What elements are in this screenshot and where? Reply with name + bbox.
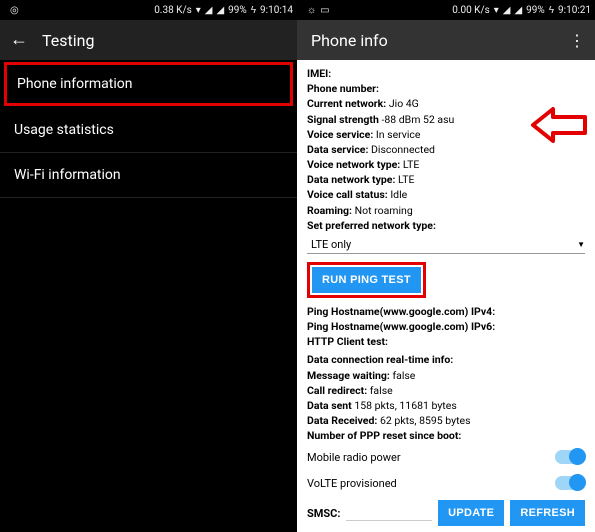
signal-strength-value: -88 dBm 52 asu xyxy=(381,113,454,126)
wifi-icon: ▾ xyxy=(196,5,201,16)
battery-percent: 99% xyxy=(228,5,247,16)
mobile-radio-label: Mobile radio power xyxy=(307,451,401,464)
wifi-icon: ▾ xyxy=(494,5,499,16)
image-icon: ▭ xyxy=(320,5,329,16)
volte-label: VoLTE provisioned xyxy=(307,477,397,490)
clock: 9:10:14 xyxy=(260,5,293,16)
phone-info-screen: ☼ ▭ 0.00 K/s ▾ ◢ ◢ 99% ϟ 9:10:21 Phone i… xyxy=(297,0,595,532)
phone-number-label: Phone number: xyxy=(307,82,379,95)
voice-network-type-label: Voice network type: xyxy=(307,158,400,171)
overflow-menu-icon[interactable]: ⋮ xyxy=(569,31,585,50)
data-sent-value: 158 pkts, 11681 bytes xyxy=(354,399,456,412)
action-bar: ← Testing xyxy=(0,20,297,60)
network-speed: 0.00 K/s xyxy=(452,5,490,16)
page-title: Phone info xyxy=(311,31,388,50)
signal-strength-label: Signal strength xyxy=(307,113,379,126)
update-button[interactable]: UPDATE xyxy=(438,500,504,526)
data-network-type-label: Data network type: xyxy=(307,173,395,186)
annotation-highlight: RUN PING TEST xyxy=(307,262,426,298)
data-service-value: Disconnected xyxy=(371,143,435,156)
preferred-network-label: Set preferred network type: xyxy=(307,219,436,232)
menu-item-wifi-information[interactable]: Wi-Fi information xyxy=(0,153,297,198)
location-icon: ◎ xyxy=(10,5,19,16)
battery-percent: 99% xyxy=(526,5,545,16)
status-bar: ☼ ▭ 0.00 K/s ▾ ◢ ◢ 99% ϟ 9:10:21 xyxy=(297,0,595,20)
smsc-label: SMSC: xyxy=(307,507,340,520)
clock: 9:10:21 xyxy=(558,5,591,16)
refresh-button[interactable]: REFRESH xyxy=(510,500,585,526)
phone-info-content: IMEI: Phone number: Current network: Jio… xyxy=(297,60,595,532)
status-bar: ◎ 0.38 K/s ▾ ◢ ◢ 99% ϟ 9:10:14 xyxy=(0,0,297,20)
network-speed: 0.38 K/s xyxy=(154,5,192,16)
roaming-value: Not roaming xyxy=(355,204,413,217)
voice-service-value: In service xyxy=(376,128,421,141)
roaming-label: Roaming: xyxy=(307,204,352,217)
ping-ipv4-label: Ping Hostname(www.google.com) IPv4: xyxy=(307,305,495,318)
signal-icon-2: ◢ xyxy=(216,5,224,16)
realtime-info-label: Data connection real-time info: xyxy=(307,353,453,366)
bolt-icon: ϟ xyxy=(549,5,554,16)
dropdown-icon: ▼ xyxy=(577,240,585,249)
action-bar: Phone info ⋮ xyxy=(297,20,595,60)
data-sent-label: Data sent xyxy=(307,399,352,412)
signal-icon-2: ◢ xyxy=(514,5,522,16)
preferred-network-value: LTE only xyxy=(311,238,351,251)
signal-icon: ◢ xyxy=(503,5,511,16)
mobile-radio-toggle[interactable] xyxy=(555,450,585,464)
page-title: Testing xyxy=(42,31,94,50)
menu-item-usage-statistics[interactable]: Usage statistics xyxy=(0,108,297,153)
ppp-reset-label: Number of PPP reset since boot: xyxy=(307,429,461,442)
call-redirect-label: Call redirect: xyxy=(307,384,367,397)
current-network-label: Current network: xyxy=(307,97,386,110)
data-received-label: Data Received: xyxy=(307,414,377,427)
preferred-network-spinner[interactable]: LTE only ▼ xyxy=(307,234,585,254)
ping-ipv6-label: Ping Hostname(www.google.com) IPv6: xyxy=(307,320,495,333)
menu-item-phone-information[interactable]: Phone information xyxy=(7,65,290,103)
message-waiting-value: false xyxy=(392,369,415,382)
voice-network-type-value: LTE xyxy=(403,158,419,171)
voice-call-status-label: Voice call status: xyxy=(307,188,388,201)
testing-screen: ◎ 0.38 K/s ▾ ◢ ◢ 99% ϟ 9:10:14 ← Testing… xyxy=(0,0,297,532)
message-waiting-label: Message waiting: xyxy=(307,369,390,382)
bolt-icon: ϟ xyxy=(251,5,256,16)
http-client-test-label: HTTP Client test: xyxy=(307,335,388,348)
current-network-value: Jio 4G xyxy=(389,97,419,110)
imei-label: IMEI: xyxy=(307,67,331,80)
back-icon[interactable]: ← xyxy=(10,31,28,49)
annotation-highlight: Phone information xyxy=(4,62,293,106)
voice-service-label: Voice service: xyxy=(307,128,373,141)
smsc-input[interactable] xyxy=(346,505,432,521)
sun-icon: ☼ xyxy=(307,5,316,16)
data-network-type-value: LTE xyxy=(398,173,414,186)
data-received-value: 62 pkts, 8595 bytes xyxy=(380,414,471,427)
data-service-label: Data service: xyxy=(307,143,368,156)
call-redirect-value: false xyxy=(370,384,393,397)
volte-toggle[interactable] xyxy=(555,476,585,490)
signal-icon: ◢ xyxy=(205,5,213,16)
run-ping-test-button[interactable]: RUN PING TEST xyxy=(312,267,421,293)
voice-call-status-value: Idle xyxy=(390,188,407,201)
